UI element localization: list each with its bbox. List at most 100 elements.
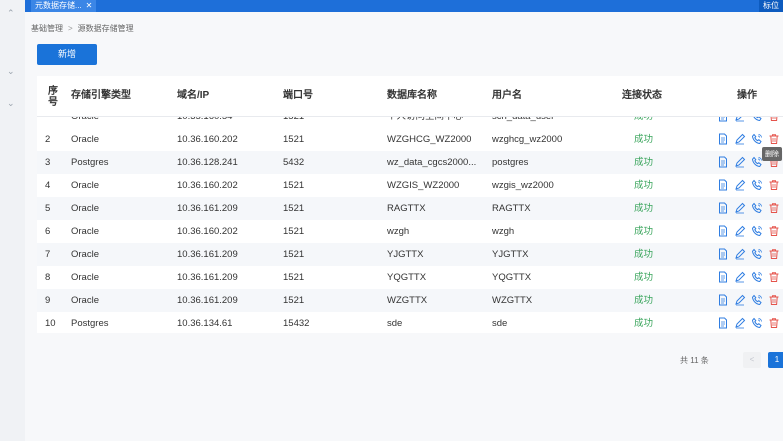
header-status: 连接状态 — [622, 90, 662, 101]
add-button[interactable]: 新增 — [37, 44, 97, 65]
document-icon[interactable] — [717, 248, 729, 260]
cell-seq: 4 — [45, 180, 51, 191]
cell-engine: Oracle — [71, 272, 99, 283]
cell-status: 成功 — [634, 134, 654, 145]
cell-dbname: WZGHCG_WZ2000 — [387, 134, 472, 145]
cell-seq: 7 — [45, 249, 51, 260]
cell-seq: 9 — [45, 295, 51, 306]
table-row: 4 Oracle 10.36.160.202 1521 WZGIS_WZ2000 wzgi… — [37, 174, 783, 198]
table-body: Oracle 10.35.160.54 1521 个人访问空间中心 sch_data_u… — [37, 117, 783, 333]
cell-seq: 2 — [45, 134, 51, 145]
table-header: 序号 存储引擎类型 域名/IP 端口号 数据库名称 用户名 连接状态 操作 — [37, 76, 783, 117]
cell-host: 10.36.134.61 — [177, 318, 233, 329]
cell-user: YJGTTX — [492, 249, 529, 260]
close-icon[interactable]: ✕ — [86, 1, 93, 10]
connect-icon[interactable] — [751, 317, 763, 329]
left-sidebar: ⌃ ⌄ ⌄ — [0, 0, 26, 441]
table-row: 9 Oracle 10.36.161.209 1521 WZGTTX WZGTTX 成功 — [37, 289, 783, 313]
edit-icon[interactable] — [734, 117, 746, 122]
table-row: 7 Oracle 10.36.161.209 1521 YJGTTX YJGTTX 成功 — [37, 243, 783, 267]
table-row: 3 Postgres 10.36.128.241 5432 wz_data_cgcs20… — [37, 151, 783, 175]
edit-icon[interactable] — [734, 271, 746, 283]
delete-icon[interactable] — [768, 271, 780, 283]
cell-user: wzgh — [492, 226, 515, 237]
header-engine: 存储引擎类型 — [71, 90, 131, 101]
chevron-up-icon[interactable]: ⌃ — [7, 8, 15, 19]
cell-port: 1521 — [283, 180, 305, 191]
edit-icon[interactable] — [734, 202, 746, 214]
page-1-button[interactable]: 1 — [768, 352, 783, 368]
cell-seq: 5 — [45, 203, 51, 214]
document-icon[interactable] — [717, 294, 729, 306]
header-port: 端口号 — [283, 90, 313, 101]
cell-engine: Oracle — [71, 226, 99, 237]
delete-icon[interactable] — [768, 117, 780, 122]
chevron-down-icon[interactable]: ⌄ — [7, 98, 15, 109]
header-ops: 操作 — [737, 90, 757, 101]
document-icon[interactable] — [717, 202, 729, 214]
cell-dbname: YQGTTX — [387, 272, 427, 283]
cell-user: wzghcg_wz2000 — [492, 134, 563, 145]
cell-dbname: WZGIS_WZ2000 — [387, 180, 460, 191]
cell-host: 10.36.128.241 — [177, 157, 238, 168]
tab-label: 元数据存储... — [35, 1, 82, 10]
cell-status: 成功 — [634, 157, 654, 168]
breadcrumb-parent[interactable]: 基础管理 — [31, 24, 63, 33]
cell-user: RAGTTX — [492, 203, 531, 214]
document-icon[interactable] — [717, 117, 729, 122]
breadcrumb-separator: > — [68, 24, 73, 33]
top-right-label[interactable]: 标位 — [759, 0, 783, 12]
connect-icon[interactable] — [751, 248, 763, 260]
header-host: 域名/IP — [177, 90, 210, 101]
delete-icon[interactable] — [768, 317, 780, 329]
edit-icon[interactable] — [734, 294, 746, 306]
cell-port: 1521 — [283, 117, 383, 128]
cell-port: 15432 — [283, 318, 310, 329]
connect-icon[interactable] — [751, 117, 763, 122]
delete-icon[interactable] — [768, 294, 780, 306]
connect-icon[interactable] — [751, 179, 763, 191]
document-icon[interactable] — [717, 133, 729, 145]
main-content: 基础管理 > 源数据存储管理 新增 序号 存储引擎类型 域名/IP 端口号 数据库名… — [25, 12, 783, 441]
document-icon[interactable] — [717, 271, 729, 283]
cell-user: WZGTTX — [492, 295, 533, 306]
edit-icon[interactable] — [734, 248, 746, 260]
connect-icon[interactable] — [751, 271, 763, 283]
connect-icon[interactable] — [751, 202, 763, 214]
edit-icon[interactable] — [734, 133, 746, 145]
cell-port: 5432 — [283, 157, 305, 168]
cell-dbname: 个人访问空间中心 — [387, 117, 487, 128]
cell-seq: 6 — [45, 226, 51, 237]
delete-icon[interactable] — [768, 248, 780, 260]
cell-engine: Oracle — [71, 203, 99, 214]
edit-icon[interactable] — [734, 179, 746, 191]
delete-icon[interactable] — [768, 202, 780, 214]
cell-dbname: wzgh — [387, 226, 410, 237]
cell-engine: Oracle — [71, 117, 171, 128]
edit-icon[interactable] — [734, 156, 746, 168]
connect-icon[interactable] — [751, 133, 763, 145]
cell-engine: Oracle — [71, 134, 99, 145]
cell-status: 成功 — [634, 318, 654, 329]
tab-metadata-storage[interactable]: 元数据存储... ✕ — [31, 0, 97, 12]
storage-table: 序号 存储引擎类型 域名/IP 端口号 数据库名称 用户名 连接状态 操作 Or… — [37, 76, 783, 333]
edit-icon[interactable] — [734, 317, 746, 329]
delete-icon[interactable] — [768, 225, 780, 237]
document-icon[interactable] — [717, 179, 729, 191]
header-dbname: 数据库名称 — [387, 90, 437, 101]
connect-icon[interactable] — [751, 225, 763, 237]
prev-page-button[interactable]: < — [743, 352, 761, 368]
delete-icon[interactable] — [768, 179, 780, 191]
cell-user: wzgis_wz2000 — [492, 180, 554, 191]
document-icon[interactable] — [717, 317, 729, 329]
cell-dbname: sde — [387, 318, 403, 329]
edit-icon[interactable] — [734, 225, 746, 237]
delete-icon[interactable] — [768, 133, 780, 145]
cell-port: 1521 — [283, 249, 305, 260]
chevron-down-icon[interactable]: ⌄ — [7, 66, 15, 77]
breadcrumb: 基础管理 > 源数据存储管理 — [31, 23, 134, 34]
document-icon[interactable] — [717, 156, 729, 168]
document-icon[interactable] — [717, 225, 729, 237]
connect-icon[interactable] — [751, 294, 763, 306]
cell-status: 成功 — [634, 180, 654, 191]
